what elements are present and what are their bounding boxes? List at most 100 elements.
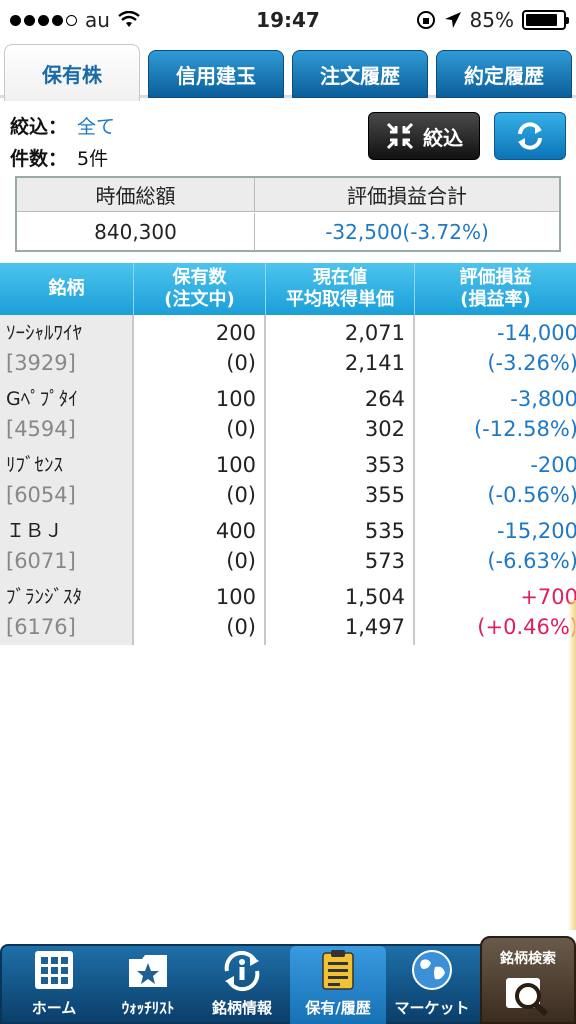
- stock-name: ﾌﾞﾗﾝｼﾞｽﾀ: [6, 586, 83, 608]
- stock-name: ｿｰｼｬﾙﾜｲﾔ: [6, 322, 83, 344]
- quantity: 100: [215, 453, 256, 477]
- filter-label: 絞込：: [10, 116, 68, 138]
- quantity-cell: 400 (0): [134, 513, 266, 579]
- stock-code: [6071]: [6, 549, 76, 573]
- table-row[interactable]: ﾘﾌﾞｾﾝｽ [6054] 100 (0) 353 355 -200 (-0.56%): [0, 447, 576, 513]
- price-cell: 1,504 1,497: [266, 579, 415, 645]
- quantity-cell: 100 (0): [134, 381, 266, 447]
- nav-home[interactable]: ホーム: [6, 946, 102, 1024]
- nav-watchlist[interactable]: ｳｫｯﾁﾘｽﾄ: [100, 946, 196, 1024]
- nav-market-label: マーケット: [394, 999, 470, 1017]
- nav-market[interactable]: マーケット: [384, 946, 480, 1024]
- stock-search-label: 銘柄検索: [500, 951, 556, 967]
- table-row[interactable]: ＩＢＪ [6071] 400 (0) 535 573 -15,200 (-6.63%): [0, 513, 576, 579]
- current-price: 2,071: [344, 321, 405, 345]
- filter-area: 絞込： 全て 件数： 5件: [0, 100, 576, 176]
- unrealized-pl: +700: [520, 585, 576, 609]
- current-price: 535: [364, 519, 405, 543]
- unrealized-pl: -14,000: [496, 321, 576, 345]
- info-refresh-icon: [219, 947, 265, 993]
- col-header-quantity: 保有数 (注文中): [134, 263, 266, 315]
- stock-code: [6176]: [6, 615, 76, 639]
- table-row[interactable]: ｿｰｼｬﾙﾜｲﾔ [3929] 200 (0) 2,071 2,141 -14,000 (-3…: [0, 315, 576, 381]
- tab-order-history[interactable]: 注文履歴: [292, 50, 428, 98]
- portfolio-summary: 時価総額 評価損益合計 840,300 -32,500(-3.72%): [15, 176, 561, 252]
- holdings-table: 銘柄 保有数 (注文中) 現在値 平均取得単価 評価損益 (損益率) ｿｰｼｬﾙﾜｲﾔ…: [0, 263, 576, 645]
- current-price: 264: [364, 387, 405, 411]
- pl-cell: -15,200 (-6.63%): [415, 513, 576, 579]
- stock-search-button[interactable]: 銘柄検索: [480, 936, 576, 1024]
- quantity-cell: 100 (0): [134, 447, 266, 513]
- stock-code: [6054]: [6, 483, 76, 507]
- table-row[interactable]: Gﾍﾟﾌﾟﾀｲ [4594] 100 (0) 264 302 -3,800 (-12.58%): [0, 381, 576, 447]
- stock-cell: Gﾍﾟﾌﾟﾀｲ [4594]: [0, 381, 134, 447]
- market-value: 840,300: [17, 213, 255, 250]
- count-row: 件数： 5件: [10, 144, 108, 171]
- col-header-stock: 銘柄: [0, 263, 134, 315]
- unrealized-pl: -15,200: [496, 519, 576, 543]
- pending-quantity: (0): [226, 615, 256, 639]
- pl-cell: +700 (+0.46%): [415, 579, 576, 645]
- average-cost: 2,141: [344, 351, 405, 375]
- stock-cell: ＩＢＪ [6071]: [0, 513, 134, 579]
- filter-value[interactable]: 全て: [77, 116, 115, 138]
- pending-quantity: (0): [226, 351, 256, 375]
- price-cell: 264 302: [266, 381, 415, 447]
- star-folder-icon: [125, 947, 171, 993]
- nav-stock-info[interactable]: 銘柄情報: [194, 946, 290, 1024]
- table-header: 銘柄 保有数 (注文中) 現在値 平均取得単価 評価損益 (損益率): [0, 263, 576, 315]
- tab-margin-positions[interactable]: 信用建玉: [148, 50, 284, 98]
- table-row[interactable]: ﾌﾞﾗﾝｼﾞｽﾀ [6176] 100 (0) 1,504 1,497 +700 (+0.46…: [0, 579, 576, 645]
- tab-holdings[interactable]: 保有株: [4, 44, 140, 101]
- refresh-button[interactable]: [494, 112, 566, 160]
- home-grid-icon: [31, 947, 77, 993]
- market-value-header: 時価総額: [17, 178, 255, 211]
- globe-icon: [409, 947, 455, 993]
- nav-holdings-history[interactable]: 保有/履歴: [290, 946, 386, 1024]
- quantity: 200: [215, 321, 256, 345]
- nav-stock-info-label: 銘柄情報: [211, 999, 272, 1017]
- average-cost: 573: [364, 549, 405, 573]
- filter-button[interactable]: 絞込: [368, 112, 480, 160]
- count-value: 5件: [77, 148, 109, 170]
- pl-rate: (-0.56%): [487, 483, 576, 507]
- stock-cell: ｿｰｼｬﾙﾜｲﾔ [3929]: [0, 315, 134, 381]
- magnifier-icon: [506, 978, 549, 1017]
- quantity: 100: [215, 387, 256, 411]
- pending-quantity: (0): [226, 549, 256, 573]
- nav-home-label: ホーム: [31, 999, 77, 1017]
- total-pl: -32,500(-3.72%): [325, 219, 489, 244]
- stock-code: [4594]: [6, 417, 76, 441]
- pl-rate: (-3.26%): [487, 351, 576, 375]
- pending-quantity: (0): [226, 417, 256, 441]
- battery-icon: [522, 10, 569, 30]
- refresh-icon: [518, 122, 542, 150]
- unrealized-pl: -200: [530, 453, 576, 477]
- bottom-navigation: ホーム ｳｫｯﾁﾘｽﾄ 銘柄情報 保有/履歴 マーケット 銘柄検索: [0, 936, 576, 1024]
- pl-cell: -14,000 (-3.26%): [415, 315, 576, 381]
- stock-name: ﾘﾌﾞｾﾝｽ: [6, 454, 64, 476]
- pl-rate: (-12.58%): [473, 417, 576, 441]
- pl-cell: -3,800 (-12.58%): [415, 381, 576, 447]
- total-pl-header: 評価損益合計: [347, 184, 467, 208]
- nav-holdings-history-label: 保有/履歴: [305, 999, 371, 1017]
- average-cost: 355: [364, 483, 405, 507]
- current-price: 353: [364, 453, 405, 477]
- filter-row: 絞込： 全て: [10, 112, 115, 139]
- quantity-cell: 100 (0): [134, 579, 266, 645]
- average-cost: 1,497: [344, 615, 405, 639]
- stock-cell: ﾌﾞﾗﾝｼﾞｽﾀ [6176]: [0, 579, 134, 645]
- battery-percent: 85%: [469, 8, 514, 32]
- filter-button-label: 絞込: [423, 125, 463, 150]
- stock-name: Gﾍﾟﾌﾟﾀｲ: [6, 388, 78, 410]
- quantity: 100: [215, 585, 256, 609]
- col-header-price: 現在値 平均取得単価: [266, 263, 415, 315]
- stock-code: [3929]: [6, 351, 76, 375]
- status-bar: au 19:47 85%: [0, 0, 576, 40]
- tab-execution-history[interactable]: 約定履歴: [436, 50, 572, 98]
- tab-bar: 保有株 信用建玉 注文履歴 約定履歴: [0, 40, 576, 101]
- price-cell: 2,071 2,141: [266, 315, 415, 381]
- count-label: 件数：: [10, 148, 68, 170]
- stock-name: ＩＢＪ: [6, 520, 64, 542]
- rotation-lock-icon: [416, 11, 435, 29]
